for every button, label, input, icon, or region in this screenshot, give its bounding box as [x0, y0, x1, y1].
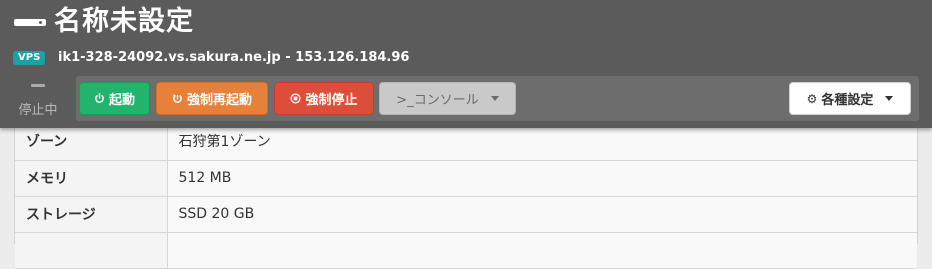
- spec-table: ゾーン 石狩第1ゾーン メモリ 512 MB ストレージ SSD 20 GB: [15, 118, 917, 269]
- server-header: 名称未設定 VPS ik1-328-24092.vs.sakura.ne.jp …: [0, 0, 932, 128]
- spec-row-memory: メモリ 512 MB: [15, 160, 917, 197]
- host-info: ik1-328-24092.vs.sakura.ne.jp - 153.126.…: [58, 50, 410, 65]
- vps-badge: VPS: [13, 51, 46, 65]
- server-spec-panel: ゾーン 石狩第1ゾーン メモリ 512 MB ストレージ SSD 20 GB: [14, 118, 918, 269]
- settings-dropdown-button[interactable]: ⚙ 各種設定: [789, 82, 911, 115]
- force-reboot-button[interactable]: 強制再起動: [156, 82, 268, 115]
- spec-label: ストレージ: [15, 196, 168, 233]
- chevron-down-icon: [885, 96, 894, 101]
- spec-value: [167, 232, 917, 269]
- status-indicator-icon: [31, 84, 45, 87]
- stop-circle-icon: [290, 93, 302, 104]
- chevron-down-icon: [490, 96, 499, 101]
- spec-row-next: [15, 232, 917, 269]
- action-toolbar: 起動 強制再起動 強制停止 >_コンソール ⚙ 各種設定: [76, 76, 919, 121]
- power-status: 停止中: [0, 76, 76, 126]
- start-button[interactable]: 起動: [79, 82, 150, 115]
- spec-value: 512 MB: [167, 160, 917, 197]
- spec-label: メモリ: [15, 160, 168, 197]
- force-stop-label: 強制停止: [305, 93, 358, 108]
- console-label: >_コンソール: [396, 93, 479, 108]
- server-icon: [14, 11, 46, 33]
- spec-row-storage: ストレージ SSD 20 GB: [15, 196, 917, 233]
- reboot-icon: [172, 94, 182, 103]
- console-dropdown-button[interactable]: >_コンソール: [379, 82, 516, 115]
- force-reboot-label: 強制再起動: [186, 93, 252, 108]
- status-label: 停止中: [18, 103, 58, 118]
- server-title: 名称未設定: [54, 6, 194, 37]
- spec-label: [15, 232, 168, 269]
- power-icon: [95, 93, 104, 103]
- force-stop-button[interactable]: 強制停止: [274, 82, 374, 115]
- spec-value: SSD 20 GB: [167, 196, 917, 233]
- start-button-label: 起動: [108, 93, 135, 108]
- gear-icon: ⚙: [806, 91, 818, 106]
- settings-label: 各種設定: [821, 93, 874, 108]
